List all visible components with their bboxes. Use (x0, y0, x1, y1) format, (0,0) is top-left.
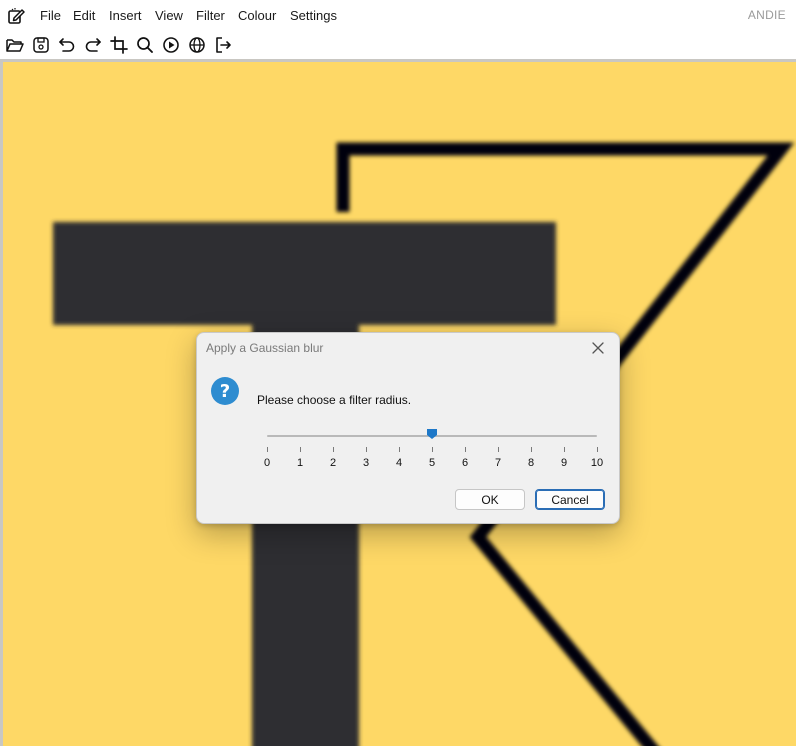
open-folder-icon[interactable] (5, 35, 25, 55)
dialog-prompt: Please choose a filter radius. (257, 393, 412, 407)
close-icon[interactable] (589, 339, 607, 357)
menu-insert[interactable]: Insert (109, 8, 142, 24)
svg-text:?: ? (220, 381, 230, 402)
slider-tick-label: 8 (527, 457, 535, 469)
slider-tick-label: 1 (296, 457, 304, 469)
exit-icon[interactable] (213, 35, 233, 55)
slider-tick-label: 10 (590, 457, 604, 469)
slider-tick (399, 447, 400, 452)
slider-tick-label: 6 (461, 457, 469, 469)
slider-tick (333, 447, 334, 452)
slider-tick (366, 447, 367, 452)
slider-tick (531, 447, 532, 452)
radius-slider[interactable]: 0 1 2 3 4 5 6 7 8 9 10 (264, 425, 603, 475)
slider-tick-label: 4 (395, 457, 403, 469)
cancel-button[interactable]: Cancel (535, 489, 605, 510)
slider-tick (465, 447, 466, 452)
slider-tick (432, 447, 433, 452)
app-logo-icon (8, 8, 25, 24)
slider-tick (300, 447, 301, 452)
globe-icon[interactable] (187, 35, 207, 55)
redo-icon[interactable] (83, 35, 103, 55)
dialog-title: Apply a Gaussian blur (206, 341, 324, 355)
question-icon: ? (211, 377, 239, 405)
slider-tick (498, 447, 499, 452)
slider-tick-label: 7 (494, 457, 502, 469)
menu-filter[interactable]: Filter (196, 8, 225, 24)
zoom-icon[interactable] (135, 35, 155, 55)
slider-tick-label: 2 (329, 457, 337, 469)
save-icon[interactable] (31, 35, 51, 55)
crop-icon[interactable] (109, 35, 129, 55)
undo-icon[interactable] (57, 35, 77, 55)
slider-thumb[interactable] (426, 428, 438, 440)
menu-edit[interactable]: Edit (73, 8, 95, 24)
slider-tick-label: 3 (362, 457, 370, 469)
slider-tick (564, 447, 565, 452)
toolbar (0, 32, 796, 59)
slider-tick (597, 447, 598, 452)
app-title: ANDIE (747, 8, 786, 22)
menu-settings[interactable]: Settings (290, 8, 337, 24)
gaussian-blur-dialog: Apply a Gaussian blur ? Please choose a … (196, 332, 620, 524)
record-icon[interactable] (161, 35, 181, 55)
menu-colour[interactable]: Colour (238, 8, 276, 24)
ok-button[interactable]: OK (455, 489, 525, 510)
slider-tick-label: 5 (428, 457, 436, 469)
menu-view[interactable]: View (155, 8, 183, 24)
slider-tick (267, 447, 268, 452)
menu-bar: File Edit Insert View Filter Colour Sett… (0, 0, 796, 32)
slider-tick-label: 0 (263, 457, 271, 469)
slider-tick-label: 9 (560, 457, 568, 469)
menu-file[interactable]: File (40, 8, 61, 24)
